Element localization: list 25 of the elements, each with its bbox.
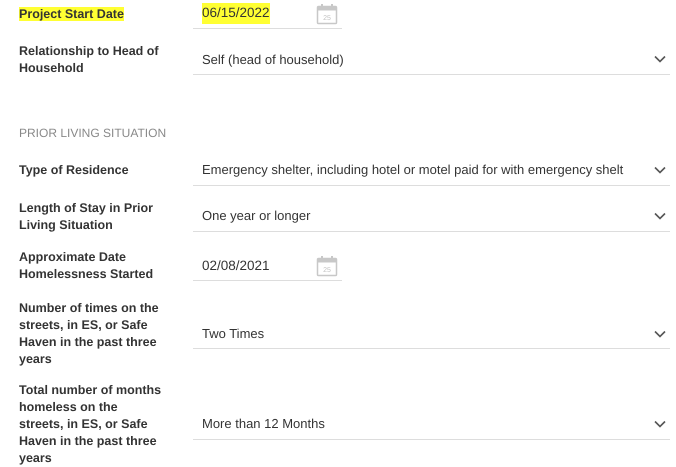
field-label: Project Start Date (19, 6, 124, 20)
field-label: Relationship to Head of Household (19, 44, 159, 75)
dropdown-value: More than 12 Months (202, 415, 325, 434)
dropdown-value: Emergency shelter, including hotel or motel paid for with emergency shelt (202, 161, 624, 180)
dropdown-field[interactable]: More than 12 Months (193, 410, 670, 440)
dropdown-field[interactable]: Emergency shelter, including hotel or motel paid for with emergency shelt (193, 156, 670, 186)
chevron-down-icon (654, 212, 666, 220)
date-value: 06/15/2022 (202, 3, 270, 24)
dropdown-field[interactable]: One year or longer (193, 202, 670, 232)
field-label: Type of Residence (19, 163, 129, 178)
dropdown-field[interactable]: Two Times (193, 319, 670, 350)
dropdown-value: One year or longer (202, 207, 310, 226)
chevron-down-icon (654, 166, 666, 174)
field-label: Total number of months homeless on the streets, in ES, or Safe Haven in the past three years (19, 383, 162, 466)
field-label: Number of times on the streets, in ES, or Safe Haven in the past three years (19, 301, 159, 366)
date-value: 02/08/2021 (202, 256, 270, 275)
chevron-down-icon (654, 55, 666, 64)
section-heading: PRIOR LIVING SITUATION (19, 124, 166, 142)
dropdown-value: Two Times (202, 324, 264, 343)
chevron-down-icon (654, 330, 666, 338)
chevron-down-icon (654, 420, 666, 428)
dropdown-field[interactable]: Self (head of household) (193, 44, 670, 75)
dropdown-value: Self (head of household) (202, 50, 344, 69)
field-label: Length of Stay in Prior Living Situation (19, 200, 154, 232)
field-label: Approximate Date Homelessness Started (19, 250, 154, 282)
